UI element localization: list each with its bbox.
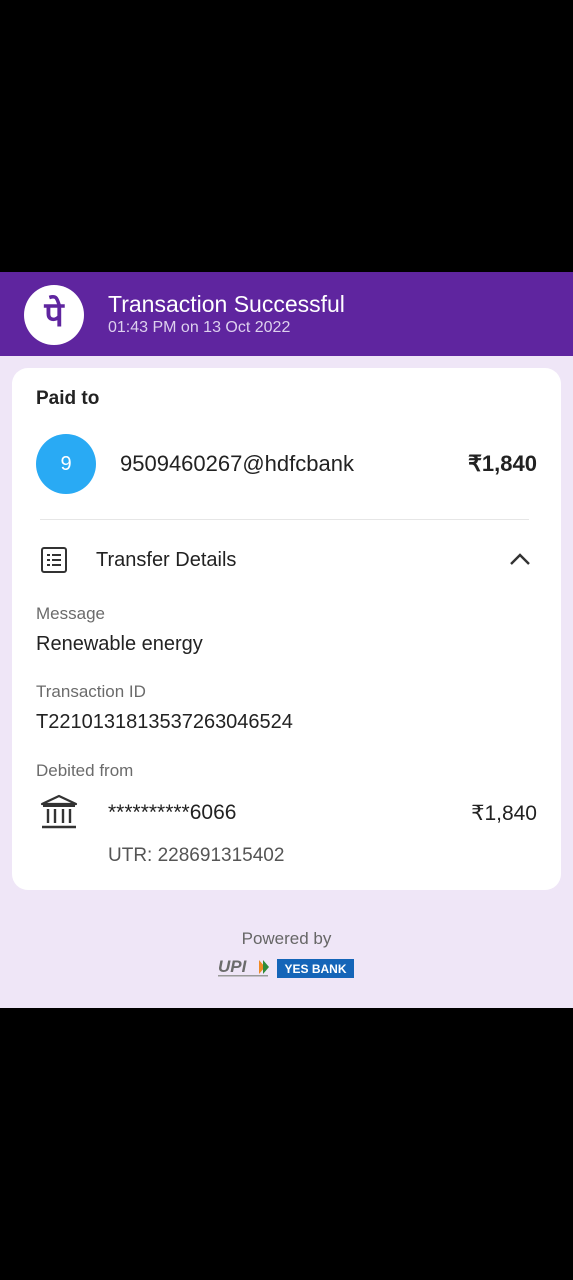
debited-amount: ₹1,840 [471,802,537,825]
debited-from-label: Debited from [36,761,134,780]
payee-upi-id[interactable]: 9509460267@hdfcbank [120,451,354,477]
paid-to-label: Paid to [36,388,100,409]
upi-logo: UPI [218,957,269,977]
transaction-timestamp: 01:43 PM on 13 Oct 2022 [108,319,291,336]
upi-logo-text: UPI [218,957,248,976]
transfer-details-toggle[interactable]: Transfer Details [96,549,236,572]
phonepe-logo: पे [24,285,84,345]
bank-icon [40,794,78,829]
message-value: Renewable energy [36,633,203,655]
avatar: 9 [36,434,96,494]
logo-glyph: पे [44,295,64,335]
header-bar: पे Transaction Successful 01:43 PM on 13… [0,272,573,356]
receipt-list-icon [41,547,67,573]
transaction-id-value[interactable]: T2210131813537263046524 [36,711,293,734]
debit-account-number: **********6066 [108,801,237,824]
transaction-id-label: Transaction ID [36,682,146,701]
page-title: Transaction Successful [108,291,345,317]
utr-number[interactable]: UTR: 228691315402 [108,845,284,867]
transaction-card: Paid to 9 9509460267@hdfcbank ₹1,840 Tra… [12,368,561,890]
yes-bank-logo: YES BANK [277,959,354,978]
yes-bank-logo-text: YES BANK [284,961,347,976]
powered-by-label: Powered by [241,929,332,948]
receipt-screen: पे Transaction Successful 01:43 PM on 13… [0,272,573,1008]
chevron-up-icon[interactable] [509,552,531,566]
message-label: Message [36,604,105,623]
divider [40,519,529,520]
paid-amount: ₹1,840 [467,451,537,476]
